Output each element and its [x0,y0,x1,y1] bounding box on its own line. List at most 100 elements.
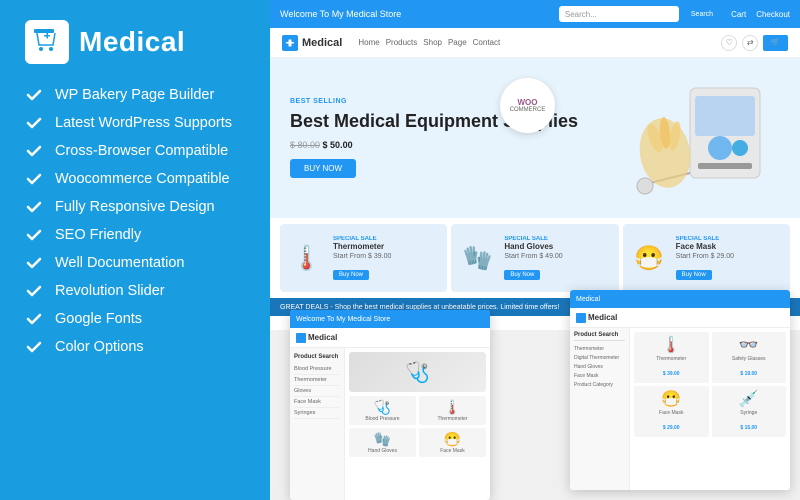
tertiary-sidebar-title: Product Search [574,332,625,341]
tertiary-nav: Medical [570,308,790,328]
secondary-sidebar-item-1[interactable]: Thermometer [294,375,340,386]
search-button[interactable]: Search [685,9,719,20]
feature-label-3: Woocommerce Compatible [55,171,230,187]
tertiary-sidebar: Product Search Thermometer Digital Therm… [570,328,630,490]
tertiary-p-name-3: Syringe [715,410,784,416]
tertiary-preview: Medical Medical Product Search Thermomet… [570,290,790,490]
secondary-content: Product Search Blood Pressure Thermomete… [290,348,490,500]
nav-link-shop[interactable]: Shop [423,38,442,47]
nav-link-page[interactable]: Page [448,38,467,47]
product-card-name-2: Face Mask [676,242,786,251]
secondary-nav: Medical [290,328,490,348]
product-card-2: 😷 SPECIAL SALE Face Mask Start From $ 29… [623,224,790,292]
nav-link-contact[interactable]: Contact [473,38,501,47]
feature-label-6: Well Documentation [55,255,185,271]
nav-link-home[interactable]: Home [358,38,379,47]
hero-price: $ 80.00 $ 50.00 [290,140,610,150]
tertiary-product-item-2: 😷 Face Mask $ 29.00 [634,386,709,437]
product-card-name-1: Hand Gloves [504,242,614,251]
main-preview: Welcome To My Medical Store Search... Se… [270,0,800,330]
check-icon-0 [25,86,43,104]
preview-container: Welcome To My Medical Store Search... Se… [270,0,800,500]
feature-color-options: Color Options [25,338,250,356]
features-list: WP Bakery Page Builder Latest WordPress … [25,86,250,356]
tertiary-p-icon-3: 💉 [715,389,784,409]
product-cards-row: 🌡️ SPECIAL SALE Thermometer Start From $… [270,218,800,298]
tertiary-sidebar-item-0[interactable]: Thermometer [574,344,625,353]
preview-hero: BEST SELLING Best Medical Equipment Supp… [270,58,800,218]
product-card-btn-1[interactable]: Buy Now [504,270,540,280]
search-bar: Search... [559,6,679,22]
nav-icons: ♡ ⇄ 🛒 [721,35,788,51]
tertiary-p-icon-1: 👓 [715,335,784,355]
secondary-logo-text: Medical [308,333,337,342]
secondary-p-name-3: Face Mask [422,448,483,454]
feature-label-4: Fully Responsive Design [55,199,215,215]
check-icon-8 [25,310,43,328]
product-card-img-2: 😷 [627,236,672,281]
product-card-img-1: 🧤 [455,236,500,281]
hero-badge: BEST SELLING [290,98,610,105]
tertiary-sidebar-item-3[interactable]: Face Mask [574,371,625,380]
tertiary-products-grid: 🌡️ Thermometer $ 39.00 👓 Safety Glasses … [634,332,786,437]
preview-nav-links: Home Products Shop Page Contact [358,38,500,47]
product-card-btn-2[interactable]: Buy Now [676,270,712,280]
secondary-product-item-1: 🌡️ Thermometer [419,396,486,425]
nav-link-products[interactable]: Products [386,38,418,47]
secondary-topbar-text: Welcome To My Medical Store [296,316,390,323]
cart-link[interactable]: Cart [731,10,746,19]
feature-label-5: SEO Friendly [55,227,141,243]
hero-buy-button[interactable]: BUY NOW [290,159,356,178]
tertiary-p-icon-0: 🌡️ [637,335,706,355]
tertiary-p-price-1: $ 19.00 [740,371,757,377]
tertiary-sidebar-item-2[interactable]: Hand Gloves [574,362,625,371]
secondary-main: 🩺 🩺 Blood Pressure 🌡️ Thermometer 🧤 [345,348,490,500]
checkout-link[interactable]: Checkout [756,10,790,19]
feature-label-2: Cross-Browser Compatible [55,143,228,159]
secondary-sidebar-item-3[interactable]: Face Mask [294,397,340,408]
check-icon-5 [25,226,43,244]
product-card-price-1: Start From $ 49.00 [504,253,614,260]
product-card-name-0: Thermometer [333,242,443,251]
secondary-sidebar-item-2[interactable]: Gloves [294,386,340,397]
secondary-sidebar-item-4[interactable]: Syringes [294,408,340,419]
secondary-p-name-0: Blood Pressure [352,416,413,422]
hero-image [610,68,780,208]
product-card-btn-0[interactable]: Buy Now [333,270,369,280]
tertiary-p-name-2: Face Mask [637,410,706,416]
tertiary-sidebar-item-4[interactable]: Product Category [574,380,625,389]
secondary-preview: Welcome To My Medical Store Medical Prod… [290,310,490,500]
tertiary-product-item-3: 💉 Syringe $ 15.00 [712,386,787,437]
tertiary-p-icon-2: 😷 [637,389,706,409]
nav-heart-icon[interactable]: ♡ [721,35,737,51]
feature-label-9: Color Options [55,339,144,355]
nav-cart-btn[interactable]: 🛒 [763,35,788,51]
nav-compare-icon[interactable]: ⇄ [742,35,758,51]
product-card-1: 🧤 SPECIAL SALE Hand Gloves Start From $ … [451,224,618,292]
topbar-text: Welcome To My Medical Store [280,9,553,19]
secondary-sidebar-item-0[interactable]: Blood Pressure [294,364,340,375]
secondary-p-name-2: Hand Gloves [352,448,413,454]
secondary-product-item-0: 🩺 Blood Pressure [349,396,416,425]
hero-new-price: $ 50.00 [323,140,353,150]
tertiary-p-price-2: $ 29.00 [663,425,680,431]
tertiary-topbar: Medical [570,290,790,308]
left-panel: Medical WP Bakery Page Builder Latest Wo… [0,0,270,500]
secondary-product-item-3: 😷 Face Mask [419,428,486,457]
check-icon-4 [25,198,43,216]
product-card-info-0: SPECIAL SALE Thermometer Start From $ 39… [333,236,443,281]
product-card-info-2: SPECIAL SALE Face Mask Start From $ 29.0… [676,236,786,281]
search-placeholder: Search... [565,10,673,19]
secondary-products-grid: 🩺 Blood Pressure 🌡️ Thermometer 🧤 Hand G… [349,396,486,457]
feature-wp-bakery: WP Bakery Page Builder [25,86,250,104]
logo-icon [25,20,69,64]
product-card-img-0: 🌡️ [284,236,329,281]
woo-commerce-badge: WOO COMMERCE [500,78,555,133]
tertiary-logo-icon [576,313,586,323]
secondary-topbar: Welcome To My Medical Store [290,310,490,328]
check-icon-2 [25,142,43,160]
tertiary-sidebar-item-1[interactable]: Digital Thermometer [574,353,625,362]
product-card-price-0: Start From $ 39.00 [333,253,443,260]
preview-logo: Medical [282,35,342,51]
secondary-p-name-1: Thermometer [422,416,483,422]
